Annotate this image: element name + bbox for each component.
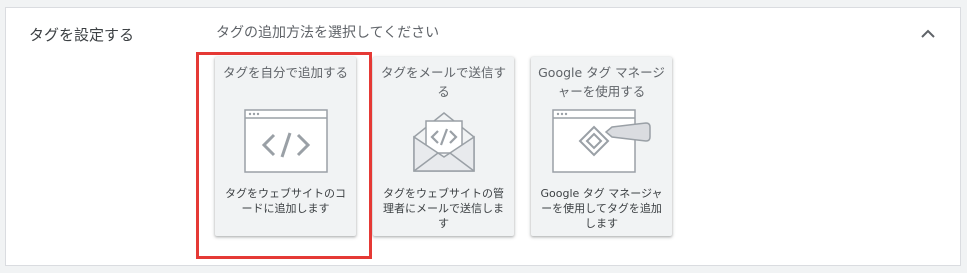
option-title: タグを自分で追加する [222, 65, 348, 80]
option-description: Google タグ マネージャーを使用してタグを追加します [540, 187, 663, 230]
tag-manager-icon [551, 109, 651, 173]
option-card-manual[interactable]: タグを自分で追加する タグをウェブサイトのコードに追加します [215, 57, 356, 236]
section-title: タグを設定する [29, 26, 135, 44]
code-window-icon [243, 109, 328, 173]
collapse-button[interactable] [917, 23, 939, 45]
option-title: タグをメールで送信する [380, 65, 506, 99]
email-code-icon [412, 112, 475, 172]
chevron-up-icon [921, 29, 935, 38]
option-card-email[interactable]: タグをメールで送信する タグをウェブサイトの管理者にメールで送信します [373, 57, 514, 236]
option-title: Google タグ マネージャーを使用する [538, 65, 665, 99]
option-card-tag-manager[interactable]: Google タグ マネージャーを使用する Google タグ マネージャーを使… [531, 57, 672, 236]
option-description: タグをウェブサイトの管理者にメールで送信します [383, 187, 504, 230]
option-description: タグをウェブサイトのコードに追加します [225, 187, 346, 215]
instruction-text: タグの追加方法を選択してください [216, 25, 440, 41]
